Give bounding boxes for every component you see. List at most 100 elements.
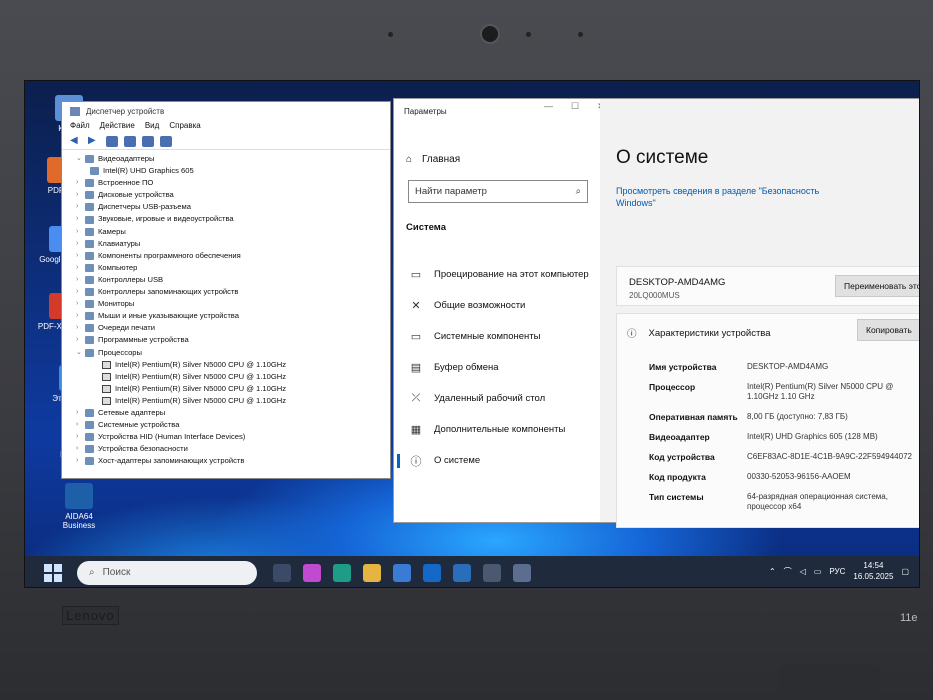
chevron-up-icon[interactable]: ⌃: [769, 567, 776, 576]
rename-button[interactable]: Переименовать этот П: [835, 275, 919, 297]
expand-chevron-icon[interactable]: ›: [76, 455, 85, 467]
tree-device[interactable]: Intel(R) Pentium(R) Silver N5000 CPU @ 1…: [76, 359, 390, 371]
expand-chevron-icon[interactable]: ›: [76, 431, 85, 443]
notification-icon[interactable]: ▢: [901, 567, 909, 576]
tree-category[interactable]: › Мыши и иные указывающие устройства: [76, 310, 390, 322]
nav-item[interactable]: ⓘ О системе: [394, 445, 600, 476]
nav-item[interactable]: ▭ Проецирование на этот компьютер: [394, 259, 600, 290]
expand-chevron-icon[interactable]: ›: [76, 177, 85, 189]
expand-chevron-icon[interactable]: ›: [76, 419, 85, 431]
settings-window[interactable]: Параметры — ☐ ✕ ⌂ Главная Найти параметр…: [393, 98, 919, 528]
forward-arrow-icon[interactable]: ▶: [88, 136, 100, 147]
tree-category[interactable]: › Диспетчеры USB-разъема: [76, 201, 390, 213]
language-indicator[interactable]: РУС: [829, 567, 845, 576]
nav-item[interactable]: ▦ Дополнительные компоненты: [394, 414, 600, 445]
maximize-icon[interactable]: ☐: [571, 101, 579, 112]
expand-chevron-icon[interactable]: ›: [76, 274, 85, 286]
tree-category[interactable]: › Клавиатуры: [76, 238, 390, 250]
tree-category[interactable]: ⌄ Видеоадаптеры: [76, 153, 390, 165]
taskbar-search-input[interactable]: ⌕ Поиск: [77, 560, 257, 585]
tree-category[interactable]: › Компоненты программного обеспечения: [76, 250, 390, 262]
specs-list: Имя устройства DESKTOP-AMD4AMG Процессор In…: [649, 362, 919, 522]
desktop-icon[interactable]: AIDA64 Business: [53, 483, 105, 530]
store-icon[interactable]: [393, 563, 411, 582]
tree-category[interactable]: › Контроллеры запоминающих устройств: [76, 286, 390, 298]
expand-chevron-icon[interactable]: ⌄: [76, 153, 85, 165]
expand-chevron-icon[interactable]: ›: [76, 238, 85, 250]
expand-chevron-icon[interactable]: ›: [76, 213, 85, 225]
expand-chevron-icon[interactable]: ›: [76, 407, 85, 419]
menu-help[interactable]: Справка: [169, 121, 200, 133]
menu-view[interactable]: Вид: [145, 121, 159, 133]
tree-device[interactable]: Intel(R) Pentium(R) Silver N5000 CPU @ 1…: [76, 371, 390, 383]
volume-icon[interactable]: ◁: [800, 567, 806, 576]
expand-chevron-icon[interactable]: ›: [76, 334, 85, 346]
tree-category-label: Звуковые, игровые и видеоустройства: [98, 214, 234, 224]
menu-file[interactable]: Файл: [70, 121, 90, 133]
tree-category[interactable]: › Контроллеры USB: [76, 274, 390, 286]
tree-category[interactable]: › Устройства HID (Human Interface Devices…: [76, 431, 390, 443]
expand-chevron-icon[interactable]: ›: [76, 226, 85, 238]
tree-category[interactable]: › Устройства безопасности: [76, 443, 390, 455]
minimize-icon[interactable]: —: [544, 101, 553, 112]
clock-time: 14:54: [863, 561, 884, 570]
scan-icon[interactable]: [124, 136, 136, 147]
tree-category[interactable]: › Программные устройства: [76, 334, 390, 346]
expand-chevron-icon[interactable]: ›: [76, 298, 85, 310]
settings-search-input[interactable]: Найти параметр ⌕: [408, 180, 588, 203]
nav-item[interactable]: ⤫ Удаленный рабочий стол: [394, 383, 600, 414]
tree-category[interactable]: › Сетевые адаптеры: [76, 407, 390, 419]
tree-category[interactable]: ⌄ Процессоры: [76, 347, 390, 359]
tree-category[interactable]: › Камеры: [76, 226, 390, 238]
tree-device[interactable]: Intel(R) Pentium(R) Silver N5000 CPU @ 1…: [76, 383, 390, 395]
expand-chevron-icon[interactable]: ⌄: [76, 347, 85, 359]
window-titlebar[interactable]: Диспетчер устройств: [62, 102, 390, 120]
expand-chevron-icon[interactable]: ›: [76, 262, 85, 274]
back-arrow-icon[interactable]: ◀: [70, 136, 82, 147]
properties-icon[interactable]: [106, 136, 118, 147]
copilot-icon[interactable]: [303, 563, 321, 582]
expand-chevron-icon[interactable]: ›: [76, 201, 85, 213]
expand-chevron-icon[interactable]: ›: [76, 286, 85, 298]
sensor-dot: [526, 32, 531, 37]
nav-home[interactable]: ⌂ Главная: [406, 154, 460, 165]
security-link[interactable]: Просмотреть сведения в разделе "Безопасн…: [616, 185, 846, 209]
expand-chevron-icon[interactable]: ›: [76, 322, 85, 334]
nav-item[interactable]: ▤ Буфер обмена: [394, 352, 600, 383]
device-manager-window[interactable]: Диспетчер устройств Файл Действие Вид Сп…: [61, 101, 391, 479]
processor-icon: [102, 360, 111, 369]
nav-item[interactable]: ✕ Общие возможности: [394, 290, 600, 321]
tree-device[interactable]: Intel(R) Pentium(R) Silver N5000 CPU @ 1…: [76, 395, 390, 407]
edge-icon[interactable]: [333, 563, 351, 582]
outlook-icon[interactable]: [423, 563, 441, 582]
tree-category[interactable]: › Компьютер: [76, 262, 390, 274]
task-view-icon[interactable]: [273, 563, 291, 582]
menu-action[interactable]: Действие: [100, 121, 135, 133]
settings-gear-icon[interactable]: [483, 563, 501, 582]
tree-category[interactable]: › Звуковые, игровые и видеоустройства: [76, 213, 390, 225]
network-icon[interactable]: ⌒: [784, 566, 792, 577]
start-button[interactable]: [43, 563, 63, 583]
device-category-icon: [85, 239, 94, 248]
expand-chevron-icon[interactable]: ›: [76, 443, 85, 455]
tree-category[interactable]: › Очереди печати: [76, 322, 390, 334]
expand-chevron-icon[interactable]: ›: [76, 250, 85, 262]
help-icon[interactable]: [142, 136, 154, 147]
battery-icon[interactable]: ▭: [814, 567, 822, 576]
tree-device[interactable]: Intel(R) UHD Graphics 605: [76, 165, 390, 177]
tree-category[interactable]: › Системные устройства: [76, 419, 390, 431]
expand-chevron-icon[interactable]: ›: [76, 310, 85, 322]
copy-button[interactable]: Копировать: [857, 319, 919, 341]
tree-category[interactable]: › Хост-адаптеры запоминающих устройств: [76, 455, 390, 467]
device-manager-taskbar-icon[interactable]: [513, 563, 531, 582]
expand-chevron-icon[interactable]: ›: [76, 189, 85, 201]
nav-item[interactable]: ▭ Системные компоненты: [394, 321, 600, 352]
clock[interactable]: 14:54 16.05.2025: [853, 560, 893, 582]
tree-category[interactable]: › Встроенное ПО: [76, 177, 390, 189]
tree-category[interactable]: › Дисковые устройства: [76, 189, 390, 201]
explorer-icon[interactable]: [363, 563, 381, 582]
tree-category[interactable]: › Мониторы: [76, 298, 390, 310]
monitor-icon[interactable]: [160, 136, 172, 147]
aida64-icon[interactable]: [453, 563, 471, 582]
window-title: Диспетчер устройств: [86, 106, 165, 116]
